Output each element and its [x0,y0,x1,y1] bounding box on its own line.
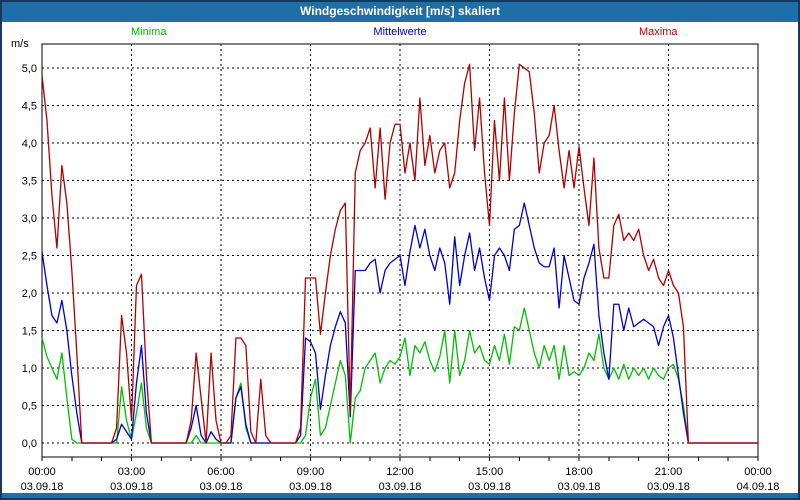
svg-text:2,5: 2,5 [22,251,37,263]
svg-text:06:00: 06:00 [207,466,235,478]
svg-text:1,0: 1,0 [22,363,37,375]
svg-text:03.09.18: 03.09.18 [110,481,153,493]
y-axis-unit-label: m/s [11,38,29,50]
svg-text:09:00: 09:00 [297,466,325,478]
svg-text:03.09.18: 03.09.18 [200,481,243,493]
legend-mittelwerte: Mittelwerte [373,26,427,38]
svg-text:4,5: 4,5 [22,101,37,113]
svg-text:03.09.18: 03.09.18 [379,481,422,493]
wind-speed-chart: 0,0 0,5 1,0 1,5 2,0 2,5 3,0 3,5 4,0 4,5 5,0 00:00 03… [21,43,780,493]
chart-window: Windgeschwindigkeit [m/s] skaliert Minim… [0,0,800,500]
svg-text:03:00: 03:00 [118,466,146,478]
svg-text:03.09.18: 03.09.18 [21,481,64,493]
svg-text:0,0: 0,0 [22,438,37,450]
window-title: Windgeschwindigkeit [m/s] skaliert [0,0,800,22]
svg-text:15:00: 15:00 [476,466,504,478]
legend-maxima: Maxima [639,26,678,38]
svg-text:0,5: 0,5 [22,401,37,413]
svg-text:00:00: 00:00 [744,466,772,478]
svg-text:03.09.18: 03.09.18 [647,481,690,493]
svg-text:03.09.18: 03.09.18 [558,481,601,493]
legend-minima: Minima [131,26,167,38]
bottom-accent-bar [2,493,798,498]
svg-text:12:00: 12:00 [386,466,414,478]
svg-text:3,5: 3,5 [22,176,37,188]
svg-text:3,0: 3,0 [22,213,37,225]
svg-text:4,0: 4,0 [22,138,37,150]
svg-text:21:00: 21:00 [655,466,683,478]
svg-text:1,5: 1,5 [22,326,37,338]
svg-text:00:00: 00:00 [28,466,56,478]
svg-text:03.09.18: 03.09.18 [468,481,511,493]
svg-text:04.09.18: 04.09.18 [737,481,780,493]
svg-text:5,0: 5,0 [22,63,37,75]
svg-text:2,0: 2,0 [22,288,37,300]
svg-text:03.09.18: 03.09.18 [289,481,332,493]
svg-text:18:00: 18:00 [565,466,593,478]
